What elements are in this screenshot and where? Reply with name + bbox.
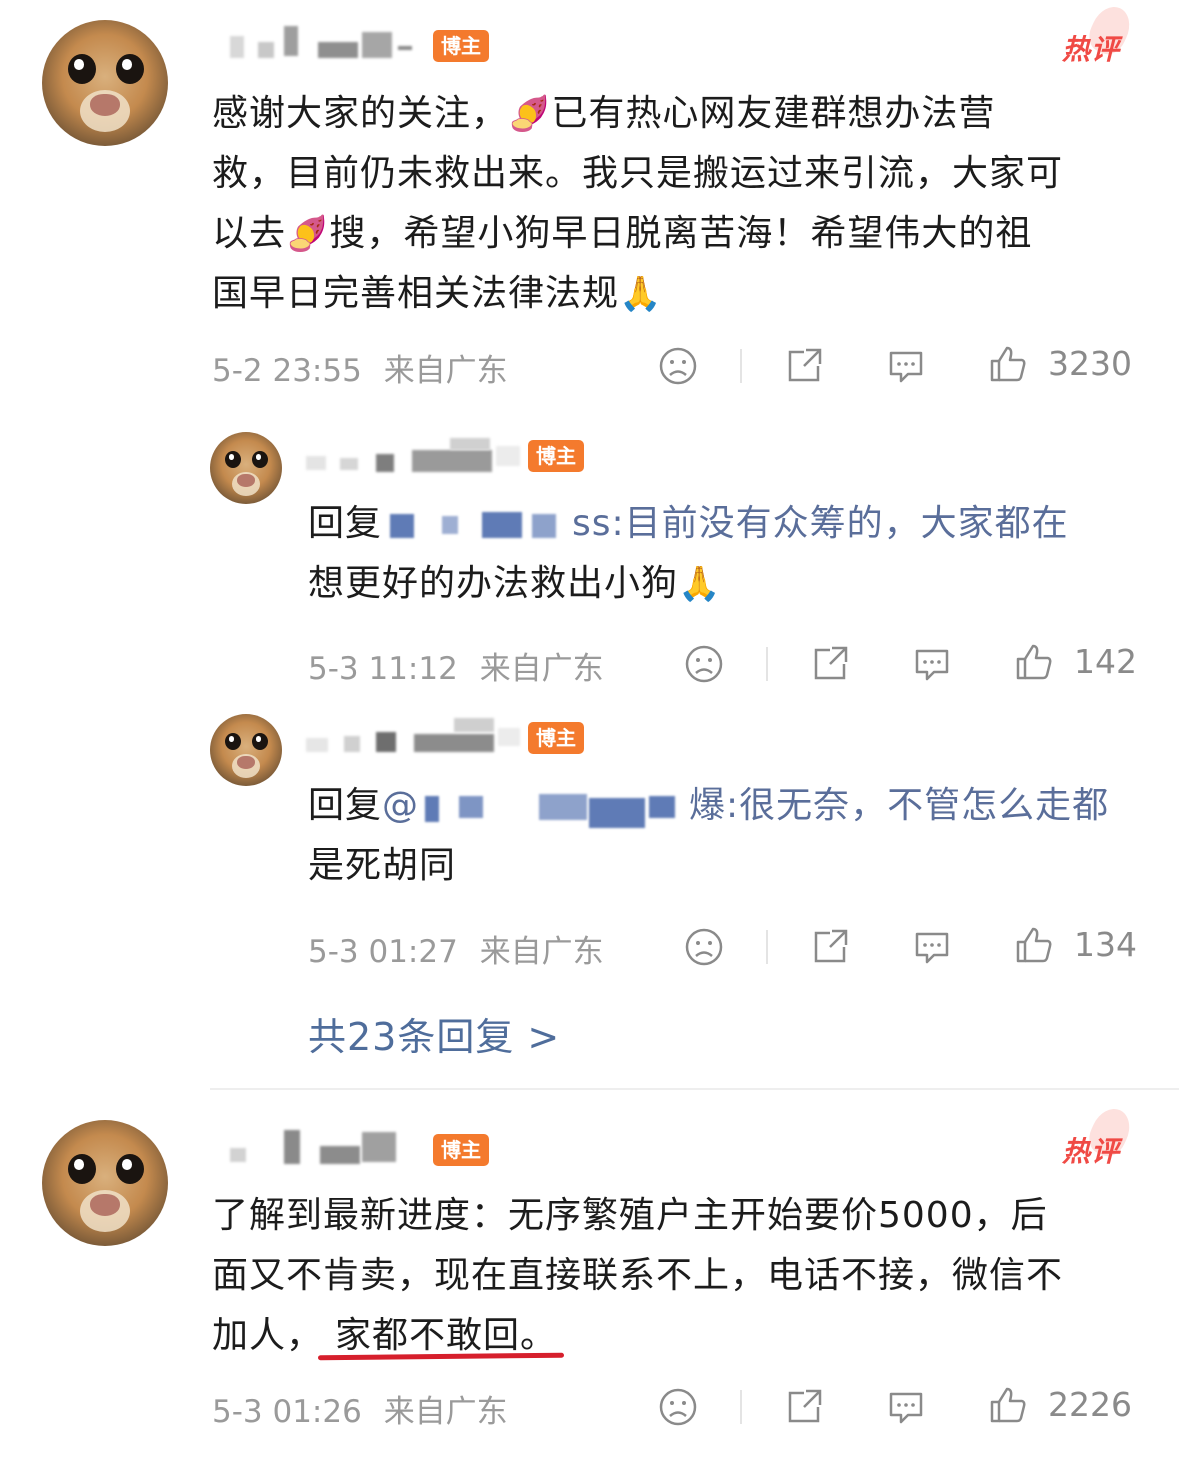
mention-blurred[interactable]: [419, 790, 689, 828]
thumbs-up-icon[interactable]: [988, 344, 1028, 384]
comment-icon[interactable]: [912, 644, 952, 684]
thumbs-up-icon[interactable]: [1014, 642, 1054, 682]
comment-icon[interactable]: [886, 1387, 926, 1427]
divider: [210, 1088, 1179, 1090]
comment-meta: 5-3 11:12 来自广东: [308, 643, 604, 688]
avatar-eye: [225, 451, 241, 468]
sad-face-icon[interactable]: [658, 1387, 698, 1427]
avatar[interactable]: [210, 432, 282, 504]
avatar-eye: [116, 54, 144, 84]
share-icon[interactable]: [784, 1387, 824, 1427]
hot-comment-label: 热评: [1062, 1130, 1120, 1170]
sweet-potato-icon: 🍠: [286, 214, 330, 254]
share-icon[interactable]: [784, 346, 824, 386]
thumbs-up-icon[interactable]: [1014, 925, 1054, 965]
comment-text: 了解到最新进度：无序繁殖户主开始要价5000，后 面又不肯卖，现在直接联系不上，…: [212, 1195, 1064, 1356]
avatar-eye: [68, 1154, 96, 1184]
avatar-eye: [116, 1154, 144, 1184]
divider: [766, 647, 768, 681]
avatar-eye: [252, 733, 268, 750]
thumbs-up-icon[interactable]: [988, 1385, 1028, 1425]
reply-text: 回复 ss:目前没有众筹的，大家都在 想更好的办法救出小狗🙏: [308, 503, 1069, 604]
author-badge: 博主: [433, 30, 489, 62]
avatar-eye: [252, 451, 268, 468]
like-count: 134: [1074, 925, 1137, 964]
reply-text: 回复@ 爆:很无奈，不管怎么走都 是死胡同: [308, 785, 1110, 886]
avatar[interactable]: [42, 20, 168, 146]
sad-face-icon[interactable]: [684, 927, 724, 967]
comment-meta: 5-3 01:27 来自广东: [308, 926, 604, 971]
author-badge: 博主: [433, 1134, 489, 1166]
hot-comment-label: 热评: [1062, 28, 1120, 68]
divider: [740, 1390, 742, 1424]
sad-face-icon[interactable]: [658, 346, 698, 386]
comment-icon[interactable]: [886, 346, 926, 386]
divider: [766, 930, 768, 964]
author-badge: 博主: [528, 440, 584, 472]
avatar-nose: [90, 94, 120, 116]
avatar-nose: [237, 474, 255, 487]
comment-meta: 5-2 23:55 来自广东: [212, 345, 508, 390]
timestamp: 5-3 11:12: [308, 651, 458, 687]
avatar-eye: [225, 733, 241, 750]
avatar[interactable]: [42, 1120, 168, 1246]
username-blurred[interactable]: [300, 438, 530, 478]
location: 来自广东: [479, 651, 604, 687]
sad-face-icon[interactable]: [684, 644, 724, 684]
share-icon[interactable]: [810, 927, 850, 967]
author-badge: 博主: [528, 722, 584, 754]
avatar-eye: [68, 54, 96, 84]
timestamp: 5-3 01:27: [308, 934, 458, 970]
pray-icon: 🙏: [678, 564, 722, 604]
username-blurred[interactable]: [300, 718, 530, 758]
like-count: 2226: [1048, 1385, 1132, 1424]
like-count: 3230: [1048, 344, 1132, 383]
sweet-potato-icon: 🍠: [508, 94, 552, 134]
divider: [740, 349, 742, 383]
comment-icon[interactable]: [912, 927, 952, 967]
underlined-text: 家都不敢回。: [335, 1315, 558, 1356]
comment-text: 感谢大家的关注，🍠已有热心网友建群想办法营 救，目前仍未救出来。我只是搬运过来引…: [212, 93, 1064, 314]
username-blurred[interactable]: [222, 1126, 422, 1166]
username-blurred[interactable]: [222, 22, 422, 62]
more-replies-link[interactable]: 共23条回复 >: [308, 1006, 560, 1061]
avatar-nose: [90, 1194, 120, 1216]
pray-icon: 🙏: [619, 274, 663, 314]
share-icon[interactable]: [810, 644, 850, 684]
timestamp: 5-3 01:26: [212, 1394, 362, 1430]
mention-blurred[interactable]: [382, 508, 572, 542]
comment-meta: 5-3 01:26 来自广东: [212, 1386, 508, 1431]
avatar[interactable]: [210, 714, 282, 786]
location: 来自广东: [383, 1394, 508, 1430]
timestamp: 5-2 23:55: [212, 353, 362, 389]
location: 来自广东: [383, 353, 508, 389]
location: 来自广东: [479, 934, 604, 970]
like-count: 142: [1074, 642, 1137, 681]
avatar-nose: [237, 756, 255, 769]
